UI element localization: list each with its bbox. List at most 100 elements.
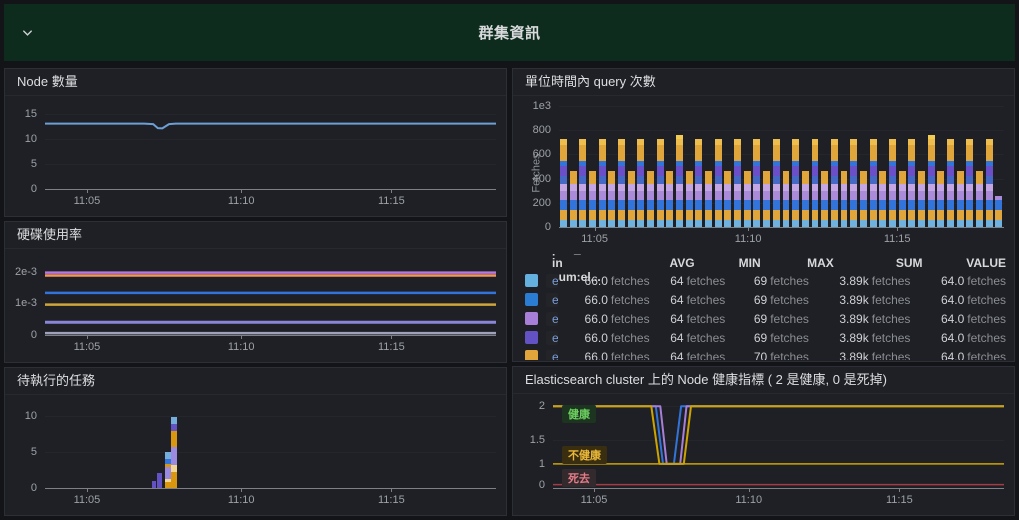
- bar-segment: [986, 200, 993, 210]
- bar-segment: [918, 191, 925, 200]
- bar-segment: [695, 220, 702, 227]
- bar-segment: [657, 139, 664, 146]
- series-color-swatch[interactable]: [525, 274, 538, 287]
- legend-series-name[interactable]: elasticsearch-es-ma...: [546, 312, 558, 326]
- bar-segment: [657, 166, 664, 176]
- x-axis-tick-label: 11:10: [228, 494, 255, 506]
- node-count-chart[interactable]: 05101511:0511:1011:15: [45, 106, 496, 190]
- bar-segment: [599, 139, 606, 146]
- bar-segment: [608, 220, 615, 227]
- bar-segment: [666, 220, 673, 227]
- panel-header-query-rate[interactable]: 單位時間內 query 次數: [513, 69, 1014, 96]
- bar-segment: [637, 166, 644, 176]
- chart-lines: [45, 106, 496, 189]
- legend-header-row: pod_name in sum:el...AVGMINMAXSUMVALUE: [525, 254, 1006, 271]
- legend-col-header[interactable]: AVG: [618, 256, 695, 270]
- panel-header-disk-usage[interactable]: 硬碟使用率: [5, 222, 506, 249]
- bar-segment: [841, 184, 848, 191]
- bar-segment: [792, 220, 799, 227]
- x-axis-tick-mark: [749, 488, 750, 492]
- legend-col-header[interactable]: VALUE: [922, 256, 1006, 270]
- bar-segment: [589, 220, 596, 227]
- series-color-swatch[interactable]: [525, 350, 538, 360]
- series-color-swatch[interactable]: [525, 312, 538, 325]
- panel-header-node-health[interactable]: Elasticsearch cluster 上的 Node 健康指標 ( 2 是…: [513, 367, 1014, 394]
- node-health-chart[interactable]: 011.5211:0511:1011:15健康不健康死去: [553, 402, 1004, 489]
- legend-value: 3.89kfetches: [809, 293, 911, 307]
- bar-segment: [986, 166, 993, 176]
- bar-segment: [647, 184, 654, 191]
- bar-segment: [986, 184, 993, 191]
- bar-segment: [870, 220, 877, 227]
- legend-series-name[interactable]: elasticsearch-es-coo...: [546, 274, 558, 288]
- bar-segment: [918, 171, 925, 184]
- x-axis-tick-label: 11:15: [886, 494, 913, 506]
- bar-segment: [957, 210, 964, 220]
- panel-title-text: 待執行的任務: [17, 373, 95, 388]
- series-color-swatch[interactable]: [525, 293, 538, 306]
- threshold-label: 死去: [562, 469, 596, 487]
- dashboard-row-header[interactable]: 群集資訊: [4, 4, 1015, 61]
- bar-segment: [966, 210, 973, 220]
- bar-segment: [560, 191, 567, 200]
- legend-series-name[interactable]: elasticsearch-es-coo...: [546, 350, 558, 361]
- bar-segment: [560, 176, 567, 184]
- bar-segment: [812, 184, 819, 191]
- x-axis-tick-label: 11:10: [735, 494, 762, 506]
- bar-segment: [744, 184, 751, 191]
- pending-tasks-chart[interactable]: 051011:0511:1011:15: [45, 405, 496, 489]
- bar-segment: [986, 220, 993, 227]
- y-axis-tick-label: 15: [25, 108, 37, 120]
- panel-header-node-count[interactable]: Node 數量: [5, 69, 506, 96]
- stacked-bar: [928, 135, 935, 227]
- legend-value: 69fetches: [725, 274, 809, 288]
- bar-segment: [976, 200, 983, 210]
- bar-segment: [560, 139, 567, 146]
- series-color-swatch[interactable]: [525, 331, 538, 344]
- bar-segment: [599, 145, 606, 161]
- bar-segment: [850, 200, 857, 210]
- x-axis-tick-mark: [897, 227, 898, 231]
- bar-segment: [599, 191, 606, 200]
- disk-usage-chart[interactable]: 01e-32e-311:0511:1011:15: [45, 259, 496, 336]
- panel-header-pending-tasks[interactable]: 待執行的任務: [5, 368, 506, 395]
- bar-segment: [657, 210, 664, 220]
- query-rate-chart[interactable]: Fetches 02004006008001e311:0511:1011:15: [559, 106, 1004, 228]
- stacked-bar: [676, 135, 683, 227]
- stacked-bar: [579, 139, 586, 227]
- legend-value: 69fetches: [725, 312, 809, 326]
- bar-segment: [957, 220, 964, 227]
- bar-segment: [666, 200, 673, 210]
- legend-series-name[interactable]: elasticsearch-es-ing...: [546, 293, 558, 307]
- legend-value: 3.89kfetches: [809, 331, 911, 345]
- bar-segment: [889, 139, 896, 146]
- bar-segment: [705, 191, 712, 200]
- bar-segment: [686, 171, 693, 184]
- stacked-bar: [841, 171, 848, 227]
- bar-segment: [899, 220, 906, 227]
- legend-col-header[interactable]: SUM: [834, 256, 923, 270]
- legend-value: 64fetches: [650, 293, 726, 307]
- y-axis-tick-label: 0: [31, 183, 37, 195]
- stacked-bar: [802, 171, 809, 227]
- bar-segment: [560, 220, 567, 227]
- bar-segment: [850, 139, 857, 146]
- legend-col-header[interactable]: MAX: [761, 256, 834, 270]
- bar-segment: [870, 139, 877, 146]
- legend-series-name[interactable]: elasticsearch-es-ma...: [546, 331, 558, 345]
- legend-value: 64.0fetches: [910, 331, 1006, 345]
- bar-segment: [879, 210, 886, 220]
- bar-segment: [792, 166, 799, 176]
- stacked-bar: [937, 171, 944, 227]
- bar-segment: [976, 184, 983, 191]
- bar-segment: [966, 200, 973, 210]
- x-axis-tick-label: 11:05: [74, 494, 101, 506]
- legend-col-header[interactable]: MIN: [695, 256, 761, 270]
- bar-segment: [908, 184, 915, 191]
- stacked-bar: [705, 171, 712, 227]
- bar-segment: [908, 139, 915, 146]
- x-axis-tick-label: 11:05: [74, 341, 101, 353]
- row-title[interactable]: 群集資訊: [4, 22, 1015, 43]
- bar-segment: [618, 200, 625, 210]
- stacked-bar: [879, 171, 886, 227]
